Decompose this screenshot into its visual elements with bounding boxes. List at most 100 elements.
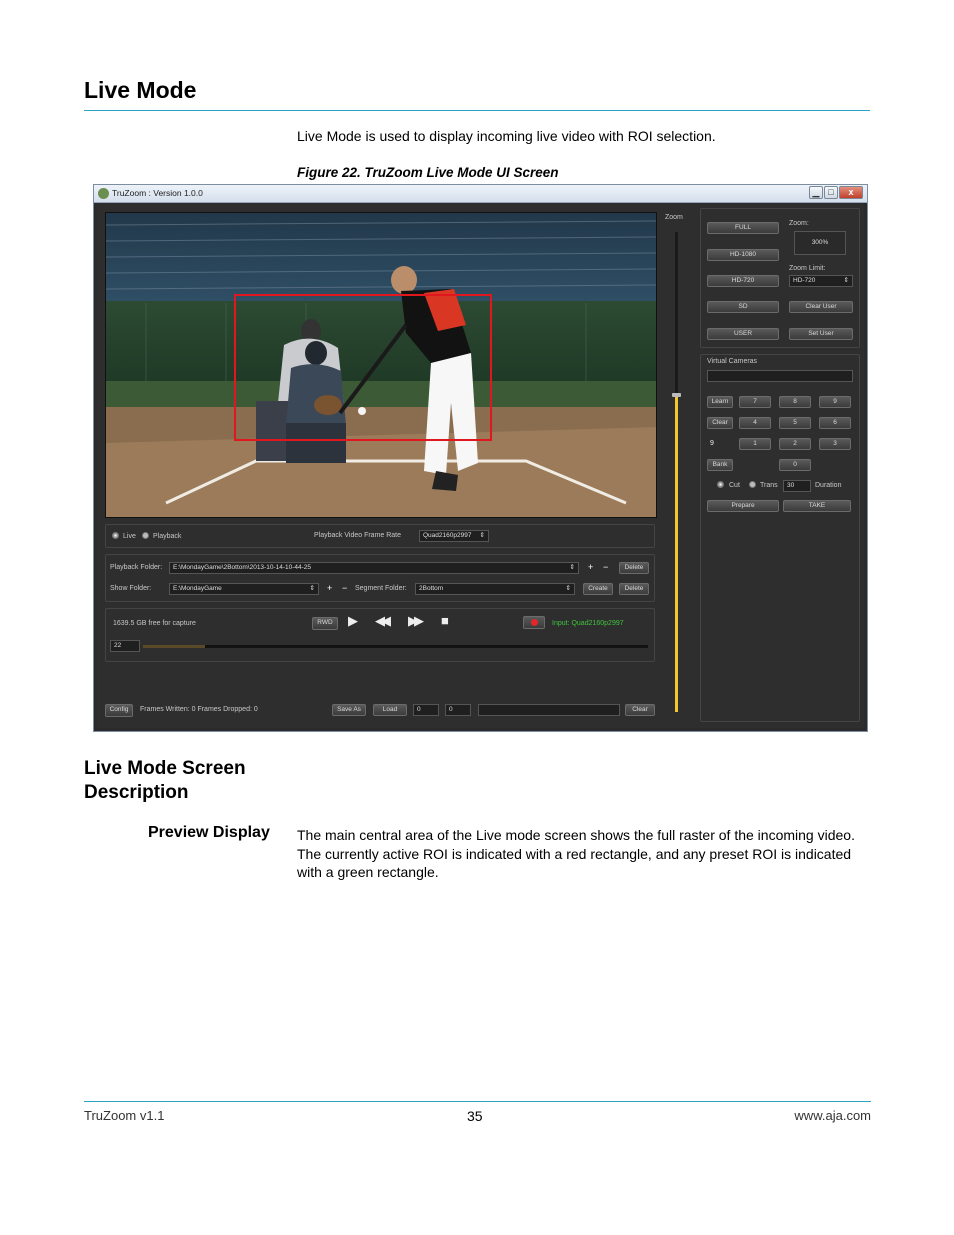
segment-folder-select[interactable]: 2Bottom ⇕ [415, 583, 575, 595]
virtual-cameras-panel [700, 354, 860, 722]
footer-product: TruZoom v1.1 [84, 1108, 165, 1123]
frames-status: Frames Written: 0 Frames Dropped: 0 [140, 706, 258, 713]
prepare-button[interactable]: Prepare [707, 500, 779, 512]
spin-arrows-icon: ⇕ [309, 585, 315, 592]
segment-folder-label: Segment Folder: [355, 585, 407, 592]
active-roi-rectangle[interactable] [234, 294, 492, 441]
spin-arrows-icon: ⇕ [843, 277, 849, 284]
segment-folder-value: 2Bottom [419, 585, 444, 592]
show-folder-label: Show Folder: [110, 585, 152, 592]
live-radio[interactable] [112, 532, 119, 539]
numpad-9[interactable]: 9 [819, 396, 851, 408]
numpad-3[interactable]: 3 [819, 438, 851, 450]
playback-label: Playback [153, 533, 182, 540]
numpad-0[interactable]: 0 [779, 459, 811, 471]
page-number: 35 [467, 1108, 483, 1124]
playback-folder-label: Playback Folder: [110, 564, 163, 571]
footer-rule [84, 1101, 871, 1102]
clear-log-button[interactable]: Clear [625, 704, 655, 716]
minimize-button[interactable]: ▁ [809, 186, 823, 199]
playback-folder-remove-button[interactable]: − [603, 562, 608, 572]
save-as-button[interactable]: Save As [332, 704, 366, 716]
frame-rate-label: Playback Video Frame Rate [314, 532, 402, 539]
term-description: The main central area of the Live mode s… [297, 827, 855, 880]
show-folder-value: E:\MondayGame [173, 585, 222, 592]
numpad-6[interactable]: 6 [819, 417, 851, 429]
zoom-slider-handle[interactable] [672, 393, 681, 398]
duration-label: Duration [815, 482, 842, 489]
format-button-user[interactable]: USER [707, 328, 779, 340]
spinbox-1[interactable]: 0 [413, 704, 439, 716]
numpad-7[interactable]: 7 [739, 396, 771, 408]
segment-delete-button[interactable]: Delete [619, 583, 649, 595]
format-button-sd[interactable]: SD [707, 301, 779, 313]
rwd-button[interactable]: RWD [312, 617, 338, 630]
maximize-button[interactable]: □ [824, 186, 838, 199]
load-button[interactable]: Load [373, 704, 407, 716]
virtual-cameras-label: Virtual Cameras [707, 358, 758, 365]
trans-radio[interactable] [749, 481, 756, 488]
title-rule [84, 110, 870, 111]
take-button[interactable]: TAKE [783, 500, 851, 512]
zoom-slider-label: Zoom [665, 214, 683, 221]
numpad-5[interactable]: 5 [779, 417, 811, 429]
app-window: TruZoom : Version 1.0.0 ▁ □ x Zoom FULL … [93, 184, 868, 732]
format-button-hd1080[interactable]: HD-1080 [707, 249, 779, 261]
spin-arrows-icon: ⇕ [479, 532, 485, 539]
bank-button[interactable]: Bank [707, 459, 733, 471]
fast-forward-icon[interactable]: ▶▶ [408, 613, 424, 629]
record-button[interactable] [523, 616, 545, 629]
zoom-limit-select[interactable]: HD-720 ⇕ [789, 275, 853, 287]
zoom-limit-label: Zoom Limit: [789, 265, 826, 272]
clear-camera-button[interactable]: Clear [707, 417, 733, 429]
frame-rate-select[interactable]: Quad2160p2997 ⇕ [419, 530, 489, 542]
close-button[interactable]: x [839, 186, 863, 199]
numpad-8[interactable]: 8 [779, 396, 811, 408]
segment-create-button[interactable]: Create [583, 583, 613, 595]
set-user-button[interactable]: Set User [789, 328, 853, 340]
spinbox-2[interactable]: 0 [445, 704, 471, 716]
input-status: Input: Quad2160p2997 [552, 620, 624, 627]
term-preview-display: Preview Display [148, 824, 270, 841]
bottom-text-field[interactable] [478, 704, 620, 716]
numpad-4[interactable]: 4 [739, 417, 771, 429]
page-title: Live Mode [84, 77, 197, 103]
numpad-1[interactable]: 1 [739, 438, 771, 450]
play-icon[interactable]: ▶ [348, 613, 358, 629]
zoom-label: Zoom: [789, 220, 809, 227]
learn-button[interactable]: Learn [707, 396, 733, 408]
rewind-icon[interactable]: ◀◀ [375, 613, 391, 629]
virtual-camera-name-field[interactable] [707, 370, 853, 382]
stop-icon[interactable]: ■ [441, 613, 449, 628]
spin-arrows-icon: ⇕ [565, 585, 571, 592]
cut-radio[interactable] [717, 481, 724, 488]
numpad-2[interactable]: 2 [779, 438, 811, 450]
intro-text: Live Mode is used to display incoming li… [297, 128, 716, 144]
config-button[interactable]: Config [105, 704, 133, 717]
clear-user-button[interactable]: Clear User [789, 301, 853, 313]
playback-folder-select[interactable]: E:\MondayGame\2Bottom\2013-10-14-10-44-2… [169, 562, 579, 574]
playback-folder-add-button[interactable]: + [588, 562, 593, 572]
show-folder-select[interactable]: E:\MondayGame ⇕ [169, 583, 319, 595]
playback-scrubber[interactable] [143, 645, 648, 648]
playback-folder-value: E:\MondayGame\2Bottom\2013-10-14-10-44-2… [173, 564, 312, 571]
window-body: Zoom FULL HD-1080 HD-720 SD USER Zoom: 3… [97, 204, 864, 728]
duration-field[interactable]: 30 [783, 480, 811, 492]
section-title: Live Mode Screen Description [84, 757, 246, 805]
figure-caption: Figure 22. TruZoom Live Mode UI Screen [297, 165, 559, 180]
section-title-line-2: Description [84, 782, 189, 803]
cut-label: Cut [729, 482, 740, 489]
format-button-full[interactable]: FULL [707, 222, 779, 234]
record-icon [530, 619, 538, 626]
preview-display[interactable] [105, 212, 657, 518]
spin-arrows-icon: ⇕ [569, 564, 575, 571]
free-space-text: 1639.5 GB free for capture [113, 620, 196, 627]
playback-folder-delete-button[interactable]: Delete [619, 562, 649, 574]
section-title-line-1: Live Mode Screen [84, 758, 246, 779]
format-button-hd720[interactable]: HD-720 [707, 275, 779, 287]
show-folder-add-button[interactable]: + [327, 583, 332, 593]
footer-website: www.aja.com [794, 1108, 871, 1123]
show-folder-remove-button[interactable]: − [342, 583, 347, 593]
zoom-limit-value: HD-720 [793, 277, 816, 284]
playback-radio[interactable] [142, 532, 149, 539]
